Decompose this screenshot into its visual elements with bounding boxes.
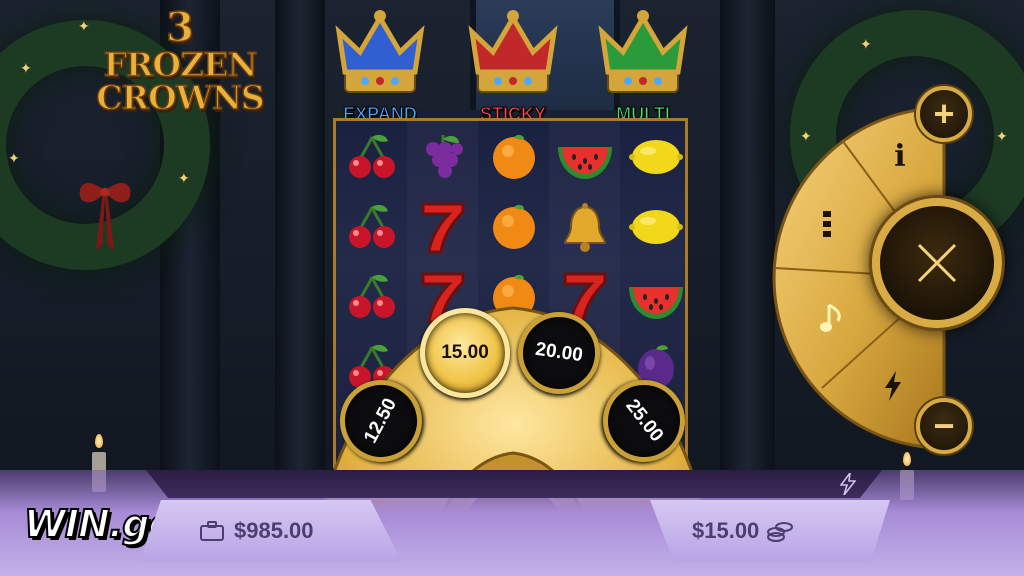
balance-panel: $985.00 xyxy=(140,500,402,562)
sound-button[interactable] xyxy=(814,298,850,338)
logo-line-crowns: CROWNS xyxy=(96,78,266,117)
turbo-button[interactable] xyxy=(876,366,910,406)
orange-icon xyxy=(478,191,549,263)
coins-icon xyxy=(767,522,794,542)
control-wheel: i + − xyxy=(772,86,1024,458)
green-crown-icon xyxy=(598,10,688,93)
grapes-icon xyxy=(407,121,478,193)
bet-value: $15.00 xyxy=(692,518,760,543)
cherry-icon xyxy=(336,121,407,193)
close-icon xyxy=(917,243,957,283)
sparkle-icon: ✦ xyxy=(78,18,90,34)
info-button[interactable]: i xyxy=(880,136,920,176)
close-button[interactable] xyxy=(872,198,1002,328)
minus-icon: − xyxy=(933,405,955,446)
lightning-icon xyxy=(885,371,901,401)
crown-multi: MULTI xyxy=(588,8,698,125)
background-pillar xyxy=(720,0,775,470)
sparkle-icon: ✦ xyxy=(8,150,20,166)
sparkle-icon: ✦ xyxy=(20,60,32,76)
lightning-icon xyxy=(840,473,856,495)
vertical-dots-icon xyxy=(823,211,831,237)
decrease-bet-button[interactable]: − xyxy=(916,398,972,454)
plus-icon: + xyxy=(933,93,955,134)
bet-option-15-00[interactable]: 15.00 xyxy=(420,308,510,398)
candle-flame xyxy=(95,434,103,448)
cherry-icon xyxy=(336,191,407,263)
menu-button[interactable] xyxy=(812,204,842,244)
bell-icon xyxy=(549,191,620,263)
increase-bet-button[interactable]: + xyxy=(916,86,972,142)
balance-value: $985.00 xyxy=(234,518,314,543)
lemon-icon xyxy=(620,121,691,193)
bottom-bar-strip xyxy=(146,470,882,498)
game-logo: 3 FROZEN CROWNS xyxy=(95,4,266,117)
blue-crown-icon xyxy=(335,10,425,93)
red-crown-icon xyxy=(468,10,558,93)
briefcase-icon xyxy=(200,521,224,541)
watermelon-icon xyxy=(549,121,620,193)
ribbon-bow-icon xyxy=(79,182,131,250)
crown-expand: EXPAND xyxy=(325,8,435,125)
orange-icon xyxy=(478,121,549,193)
seven-icon xyxy=(407,191,478,263)
sparkle-icon: ✦ xyxy=(178,170,190,186)
logo-number: 3 xyxy=(165,4,194,51)
crown-sticky: STICKY xyxy=(458,8,568,125)
logo-line-frozen: FROZEN xyxy=(103,45,259,84)
music-note-icon xyxy=(820,303,841,332)
bet-panel[interactable]: $15.00 xyxy=(650,500,890,562)
sparkle-icon: ✦ xyxy=(860,36,872,52)
lemon-icon xyxy=(620,191,691,263)
